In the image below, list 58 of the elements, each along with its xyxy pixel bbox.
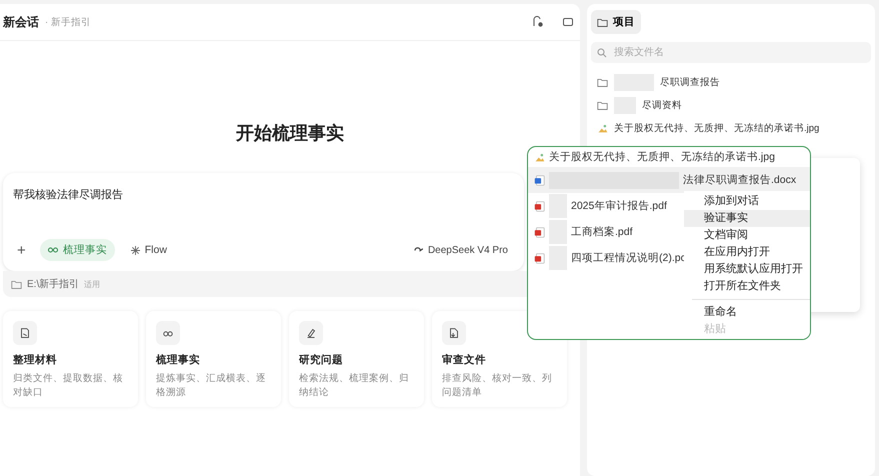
search-icon: [597, 48, 607, 58]
message-composer[interactable]: 帮我核验法律尽调报告 + 梳理事实 Flow DeepSeek V4 Pro: [3, 173, 524, 271]
menu-item[interactable]: 用系统默认应用打开: [684, 261, 810, 278]
card-icon: [13, 321, 37, 345]
card-description: 排查风险、核对一致、列问题清单: [442, 372, 553, 400]
file-list-item[interactable]: 尽调资料: [591, 94, 871, 117]
page-heading: 开始梳理事实: [235, 122, 345, 145]
card-icon: [442, 321, 466, 345]
folder-icon: [597, 100, 608, 111]
panel-icon[interactable]: [562, 16, 574, 28]
pdf-file-icon: [534, 226, 545, 238]
card-title: 研究问题: [299, 353, 344, 367]
menu-item[interactable]: 在应用内打开: [684, 244, 810, 261]
folder-path: E:\新手指引: [27, 278, 80, 291]
add-button[interactable]: +: [13, 242, 30, 258]
message-text: 帮我核验法律尽调报告: [13, 188, 123, 202]
image-file-icon: [534, 152, 545, 162]
search-field[interactable]: 搜索文件名: [591, 42, 871, 63]
folder-icon: [597, 16, 608, 28]
card-description: 归类文件、提取数据、核对缺口: [13, 372, 124, 400]
image-file-icon: [597, 123, 608, 134]
session-subtitle: · 新手指引: [45, 16, 91, 28]
card-title: 梳理事实: [156, 353, 201, 367]
card-title: 整理材料: [13, 353, 58, 367]
task-card[interactable]: 研究问题 检索法规、梳理案例、归纳结论: [289, 311, 424, 407]
word-file-icon: [534, 174, 545, 186]
card-title: 审查文件: [442, 353, 487, 367]
menu-item[interactable]: 验证事实: [684, 210, 810, 227]
task-card[interactable]: 整理材料 归类文件、提取数据、核对缺口: [3, 311, 138, 407]
card-description: 检索法规、梳理案例、归纳结论: [299, 372, 410, 400]
glasses-icon: [48, 247, 58, 253]
folder-icon: [597, 77, 608, 88]
menu-item[interactable]: 重命名: [684, 304, 810, 321]
menu-item[interactable]: 添加到对话: [684, 193, 810, 210]
file-list-item[interactable]: 关于股权无代持、无质押、无冻结的承诺书.jpg: [528, 147, 810, 167]
mode-chip[interactable]: 梳理事实: [40, 239, 115, 261]
menu-item[interactable]: 文档审阅: [684, 227, 810, 244]
file-list-item[interactable]: 尽职调查报告: [591, 71, 871, 94]
history-icon[interactable]: [532, 16, 544, 28]
project-tab[interactable]: 项目: [591, 10, 641, 34]
asterisk-icon: [130, 246, 140, 254]
file-list-item[interactable]: 关于股权无代持、无质押、无冻结的承诺书.jpg: [591, 117, 871, 140]
pdf-file-icon: [534, 200, 545, 212]
folder-icon: [11, 278, 22, 290]
card-description: 提炼事实、汇成横表、逐格溯源: [156, 372, 267, 400]
pdf-file-icon: [534, 252, 545, 264]
file-list-item[interactable]: 法律尽职调查报告.docx: [528, 167, 810, 193]
model-selector[interactable]: DeepSeek V4 Pro: [408, 244, 514, 256]
task-card[interactable]: 审查文件 排查风险、核对一致、列问题清单: [432, 311, 567, 407]
flow-button[interactable]: Flow: [124, 243, 173, 257]
card-icon: [299, 321, 323, 345]
card-icon: [156, 321, 180, 345]
task-card[interactable]: 梳理事实 提炼事实、汇成横表、逐格溯源: [146, 311, 281, 407]
search-input[interactable]: 搜索文件名: [612, 46, 816, 59]
session-title: 新会话: [3, 14, 39, 30]
model-icon: [414, 246, 423, 254]
menu-item[interactable]: 打开所在文件夹: [684, 278, 810, 295]
path-tag: 适用: [84, 278, 100, 290]
